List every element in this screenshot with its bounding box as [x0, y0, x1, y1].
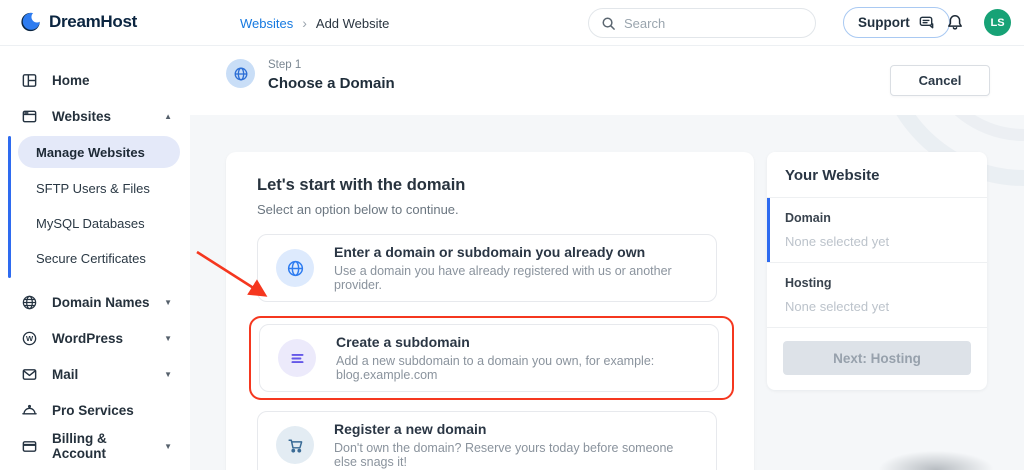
cancel-button[interactable]: Cancel [890, 65, 990, 96]
sidebar-item-manage-websites[interactable]: Manage Websites [18, 136, 180, 168]
chevron-down-icon: ▼ [164, 442, 172, 451]
sidebar-item-websites[interactable]: Websites ▲ [0, 98, 190, 134]
support-button[interactable]: Support [843, 7, 950, 38]
billing-icon [21, 438, 38, 455]
hosting-value: None selected yet [785, 299, 969, 314]
option-create-subdomain[interactable]: Create a subdomain Add a new subdomain t… [259, 324, 719, 392]
notifications-bell-icon[interactable] [946, 13, 964, 37]
hosting-label: Hosting [785, 276, 969, 290]
sidebar-item-billing-account[interactable]: Billing & Account ▼ [0, 428, 190, 464]
sidebar-item-label: Websites [52, 109, 150, 124]
search-bar[interactable] [588, 8, 816, 38]
summary-domain-section: Domain None selected yet [767, 198, 987, 263]
your-website-panel: Your Website Domain None selected yet Ho… [767, 152, 987, 390]
options-list: Enter a domain or subdomain you already … [257, 234, 724, 470]
breadcrumb-current: Add Website [316, 16, 389, 31]
sidebar-item-home[interactable]: Home [0, 62, 190, 98]
chevron-down-icon: ▼ [164, 370, 172, 379]
sidebar: Home Websites ▲ Manage Websites SFTP Use… [0, 46, 190, 470]
breadcrumb-websites-link[interactable]: Websites [240, 16, 293, 31]
sidebar-item-domain-names[interactable]: Domain Names ▼ [0, 284, 190, 320]
summary-hosting-section: Hosting None selected yet [767, 263, 987, 328]
option-title: Create a subdomain [336, 334, 700, 350]
summary-footer: Next: Hosting [767, 328, 987, 390]
dreamhost-logo-icon [20, 11, 42, 33]
search-icon [601, 16, 616, 31]
dreamhost-logo[interactable]: DreamHost [20, 11, 137, 33]
chevron-down-icon: ▼ [164, 334, 172, 343]
sidebar-item-label: WordPress [52, 331, 150, 346]
domain-value: None selected yet [785, 234, 969, 249]
sidebar-item-mail[interactable]: Mail ▼ [0, 356, 190, 392]
sidebar-item-pro-services[interactable]: Pro Services [0, 392, 190, 428]
breadcrumb: Websites › Add Website [240, 15, 389, 31]
option-description: Don't own the domain? Reserve yours toda… [334, 441, 698, 469]
cart-icon [276, 426, 314, 464]
sidebar-item-wordpress[interactable]: W WordPress ▼ [0, 320, 190, 356]
globe-icon [276, 249, 314, 287]
option-title: Register a new domain [334, 421, 698, 437]
sidebar-item-label: Mail [52, 367, 150, 382]
support-label: Support [858, 15, 910, 30]
card-heading: Let's start with the domain [257, 176, 724, 195]
sidebar-item-label: Domain Names [52, 295, 150, 310]
option-enter-existing-domain[interactable]: Enter a domain or subdomain you already … [257, 234, 717, 302]
step-globe-icon [226, 59, 255, 88]
globe-icon [21, 294, 38, 311]
option-description: Use a domain you have already registered… [334, 264, 698, 292]
chat-widget-shadow [876, 450, 996, 470]
step-header: Step 1 Choose a Domain Cancel [190, 46, 1024, 115]
sidebar-item-sftp-users-files[interactable]: SFTP Users & Files [0, 171, 190, 206]
search-input[interactable] [624, 16, 784, 31]
home-icon [21, 72, 38, 89]
topbar: DreamHost Websites › Add Website Support… [0, 0, 1024, 46]
step-label: Step 1 [268, 59, 301, 71]
chevron-down-icon: ▼ [164, 298, 172, 307]
websites-icon [21, 108, 38, 125]
websites-subgroup: Manage Websites SFTP Users & Files MySQL… [0, 134, 190, 280]
annotation-highlight-box: Create a subdomain Add a new subdomain t… [249, 316, 734, 400]
page-title: Choose a Domain [268, 75, 395, 92]
main-content: Step 1 Choose a Domain Cancel Let's star… [190, 46, 1024, 470]
option-register-new-domain[interactable]: Register a new domain Don't own the doma… [257, 411, 717, 470]
breadcrumb-separator: › [302, 15, 307, 31]
avatar[interactable]: LS [984, 9, 1011, 36]
option-title: Enter a domain or subdomain you already … [334, 244, 698, 260]
list-icon [278, 339, 316, 377]
sidebar-item-mysql-databases[interactable]: MySQL Databases [0, 206, 190, 241]
domain-options-card: Let's start with the domain Select an op… [226, 152, 754, 470]
panel-title: Your Website [767, 152, 987, 198]
chevron-up-icon: ▲ [164, 112, 172, 121]
support-chat-icon [918, 14, 935, 31]
active-section-rail [8, 136, 11, 278]
wordpress-icon: W [21, 330, 38, 347]
mail-icon [21, 366, 38, 383]
logo-text: DreamHost [49, 12, 137, 32]
card-subheading: Select an option below to continue. [257, 202, 724, 217]
sidebar-item-label: Billing & Account [52, 431, 150, 461]
option-description: Add a new subdomain to a domain you own,… [336, 354, 700, 382]
next-hosting-button[interactable]: Next: Hosting [783, 341, 971, 375]
domain-label: Domain [785, 211, 969, 225]
sidebar-item-label: Pro Services [52, 403, 172, 418]
svg-text:W: W [26, 334, 34, 343]
sidebar-item-label: Home [52, 73, 172, 88]
sidebar-item-secure-certificates[interactable]: Secure Certificates [0, 241, 190, 276]
pro-services-icon [21, 402, 38, 419]
